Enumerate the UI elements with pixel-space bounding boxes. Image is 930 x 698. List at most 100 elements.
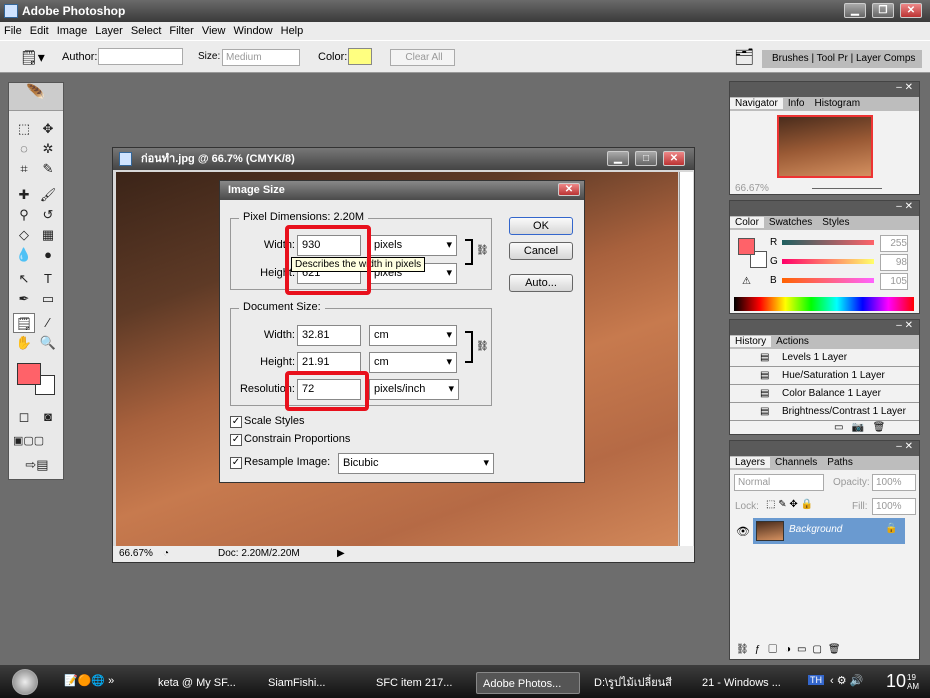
r-slider[interactable]	[782, 240, 874, 245]
healing-brush-icon[interactable]: ✚	[13, 185, 35, 205]
zoom-tool-icon[interactable]: 🔍	[37, 333, 59, 353]
clone-stamp-icon[interactable]: ⚲	[13, 205, 35, 225]
brush-tool-icon[interactable]: 🖌	[37, 185, 59, 205]
doc-height-input[interactable]: 21.91	[297, 352, 361, 373]
pen-tool-icon[interactable]: ✒	[13, 289, 35, 309]
tab-channels[interactable]: Channels	[770, 457, 822, 468]
notes-tool-icon[interactable]: 🗒	[13, 313, 35, 333]
jump-to-imageready-icon[interactable]: ⇨▤	[17, 455, 57, 475]
layer-row-background[interactable]: Background 🔒	[753, 518, 905, 544]
menu-window[interactable]: Window	[234, 25, 273, 37]
doc-minimize-button[interactable]: ▁	[607, 151, 629, 166]
r-value[interactable]: 255	[880, 235, 908, 252]
close-button[interactable]: ✕	[900, 3, 922, 18]
foreground-color-swatch[interactable]	[17, 363, 41, 385]
minimize-button[interactable]: ▁	[844, 3, 866, 18]
g-slider[interactable]	[782, 259, 874, 264]
zoom-level[interactable]: 66.67%	[119, 546, 153, 562]
note-color-swatch[interactable]	[348, 48, 372, 65]
lock-icons[interactable]: ⬚ ✎ ✥ 🔒	[766, 499, 813, 510]
history-item[interactable]: ▤ Hue/Saturation 1 Layer	[730, 367, 919, 385]
doc-close-button[interactable]: ✕	[663, 151, 685, 166]
menu-edit[interactable]: Edit	[30, 25, 49, 37]
tab-layers[interactable]: Layers	[730, 457, 771, 468]
history-item[interactable]: ▤ Brightness/Contrast 1 Layer	[730, 403, 919, 421]
history-brush-icon[interactable]: ↺	[37, 205, 59, 225]
b-slider[interactable]	[782, 278, 874, 283]
color-fg-swatch[interactable]	[738, 238, 755, 255]
crop-tool-icon[interactable]: ⌗	[13, 159, 35, 179]
type-tool-icon[interactable]: T	[37, 269, 59, 289]
taskbar-item[interactable]: keta @ My SF...	[152, 672, 252, 694]
gamut-warning-icon[interactable]: ⚠	[742, 276, 751, 287]
quick-mask-icon[interactable]: ◙	[37, 407, 59, 427]
start-button[interactable]	[12, 669, 38, 695]
auto-button[interactable]: Auto...	[509, 274, 573, 292]
menu-file[interactable]: File	[4, 25, 22, 37]
cancel-button[interactable]: Cancel	[509, 242, 573, 260]
path-selection-icon[interactable]: ↖	[13, 269, 35, 289]
navigator-zoom[interactable]: 66.67%	[735, 183, 769, 194]
well-tab-tool-presets[interactable]: Tool Pr	[817, 53, 848, 64]
menu-view[interactable]: View	[202, 25, 226, 37]
restore-button[interactable]: ❐	[872, 3, 894, 18]
menu-layer[interactable]: Layer	[95, 25, 123, 37]
hand-tool-icon[interactable]: ✋	[13, 333, 35, 353]
menu-select[interactable]: Select	[131, 25, 162, 37]
well-tab-brushes[interactable]: Brushes	[772, 53, 809, 64]
dialog-close-button[interactable]: ✕	[558, 183, 580, 196]
tab-color[interactable]: Color	[730, 217, 764, 228]
doc-height-unit-select[interactable]: cm	[369, 352, 457, 373]
blur-tool-icon[interactable]: 💧	[13, 245, 35, 265]
move-tool-icon[interactable]: ✥	[37, 119, 59, 139]
history-item[interactable]: ▤ Color Balance 1 Layer	[730, 385, 919, 403]
resolution-unit-select[interactable]: pixels/inch	[369, 379, 459, 400]
ok-button[interactable]: OK	[509, 217, 573, 235]
screen-mode-icons[interactable]: ▣▢▢	[13, 431, 44, 451]
tab-navigator[interactable]: Navigator	[730, 98, 783, 109]
visibility-eye-icon[interactable]: 👁	[736, 525, 750, 538]
tab-history[interactable]: History	[730, 336, 772, 347]
size-select[interactable]: Medium	[222, 49, 300, 66]
constrain-proportions-checkbox[interactable]: ✓	[230, 434, 242, 446]
taskbar-item[interactable]: 21 - Windows ...	[696, 672, 796, 694]
menu-help[interactable]: Help	[281, 25, 304, 37]
eraser-tool-icon[interactable]: ◇	[13, 225, 35, 245]
marquee-tool-icon[interactable]: ⬚	[13, 119, 35, 139]
history-item[interactable]: ▤ Levels 1 Layer	[730, 349, 919, 367]
menu-image[interactable]: Image	[57, 25, 88, 37]
standard-mode-icon[interactable]: ◻	[13, 407, 35, 427]
scale-styles-checkbox[interactable]: ✓	[230, 416, 242, 428]
gradient-tool-icon[interactable]: ▦	[37, 225, 59, 245]
history-footer-icons[interactable]: ▭ 📷 🗑	[834, 422, 885, 433]
layers-footer-icons[interactable]: ⛓ƒ◻◑▭▢🗑	[736, 644, 847, 655]
zoom-slider[interactable]	[812, 188, 882, 189]
tab-actions[interactable]: Actions	[771, 336, 814, 347]
lasso-tool-icon[interactable]: ◌	[13, 139, 35, 159]
status-menu-arrow-icon[interactable]: ▶	[337, 546, 345, 562]
language-indicator[interactable]: TH	[808, 675, 824, 685]
doc-width-input[interactable]: 32.81	[297, 325, 361, 346]
resample-checkbox[interactable]: ✓	[230, 457, 242, 469]
doc-maximize-button[interactable]: □	[635, 151, 657, 166]
tab-histogram[interactable]: Histogram	[810, 98, 866, 109]
magic-wand-icon[interactable]: ✲	[37, 139, 59, 159]
doc-width-unit-select[interactable]: cm	[369, 325, 457, 346]
slice-tool-icon[interactable]: ✎	[37, 159, 59, 179]
well-tab-layer-comps[interactable]: Layer Comps	[856, 53, 915, 64]
navigator-thumbnail[interactable]	[777, 115, 873, 178]
taskbar-item-active[interactable]: Adobe Photos...	[476, 672, 580, 694]
menu-filter[interactable]: Filter	[169, 25, 193, 37]
tab-info[interactable]: Info	[783, 98, 810, 109]
g-value[interactable]: 98	[880, 254, 908, 271]
tab-swatches[interactable]: Swatches	[764, 217, 817, 228]
shape-tool-icon[interactable]: ▭	[37, 289, 59, 309]
color-ramp[interactable]	[734, 297, 914, 311]
notes-tool-preset-icon[interactable]: 🗒▾	[20, 49, 45, 66]
pixel-width-unit-select[interactable]: pixels	[369, 235, 457, 256]
blend-mode-select[interactable]: Normal	[734, 474, 824, 491]
quick-launch-icons[interactable]: 📝🟠🌐 »	[64, 674, 114, 687]
taskbar-item[interactable]: D:\รูปไม้เปลี่ยนสี	[588, 672, 688, 694]
dodge-tool-icon[interactable]: ●	[37, 245, 59, 265]
b-value[interactable]: 105	[880, 273, 908, 290]
